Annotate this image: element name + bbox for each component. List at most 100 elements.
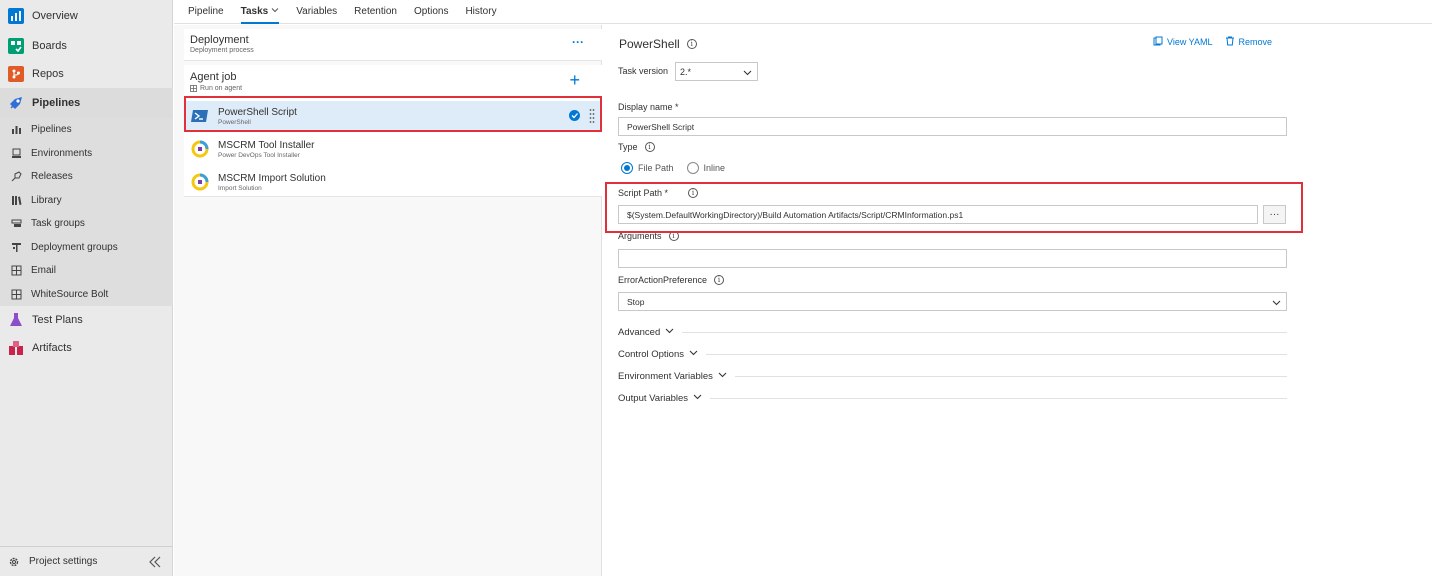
script-path-input[interactable]: $(System.DefaultWorkingDirectory)/Build … [618,205,1258,224]
sidebar-subitem-label: Releases [31,171,73,183]
sidebar-subitem-releases[interactable]: Releases [0,165,173,189]
pipelines-bar-icon [10,124,22,136]
arguments-label-row: Arguments i [618,231,679,241]
section-environment-variables[interactable]: Environment Variables [618,370,1287,382]
sidebar-item-overview[interactable]: Overview [0,0,173,32]
info-icon[interactable]: i [686,39,697,49]
radio-file-path[interactable]: File Path [621,162,674,174]
sidebar-item-label: Repos [32,68,64,80]
section-label: Environment Variables [618,370,713,382]
task-row-powershell-script[interactable]: PowerShell Script PowerShell [186,101,600,131]
chevron-down-icon [743,68,752,79]
sidebar-item-repos[interactable]: Repos [0,60,173,88]
display-name-input[interactable]: PowerShell Script [618,117,1287,136]
info-icon[interactable]: i [714,275,725,285]
tab-history[interactable]: History [465,0,496,24]
section-divider [682,331,1287,333]
mscrm-icon [190,139,210,159]
sidebar-item-label: Test Plans [32,314,83,326]
sidebar-item-label: Boards [32,40,67,52]
sidebar-subitem-task-groups[interactable]: Task groups [0,212,173,236]
tab-label: Tasks [240,6,269,17]
task-subtitle: Import Solution [218,184,262,192]
radio-checked-icon [621,162,633,174]
chevron-down-icon [665,326,674,338]
details-header: PowerShell i [619,37,697,51]
clipboard-icon [1153,36,1163,48]
drag-handle-icon[interactable] [589,108,595,124]
tab-label: History [465,6,497,17]
sidebar-item-test-plans[interactable]: Test Plans [0,306,173,334]
collapse-sidebar-icon[interactable] [147,554,163,570]
sidebar-item-artifacts[interactable]: Artifacts [0,334,173,362]
chevron-down-icon [689,348,698,360]
script-path-label-row: Script Path * i [618,188,699,198]
script-path-label: Script Path * [618,188,669,198]
info-icon[interactable]: i [668,231,679,241]
sidebar-item-pipelines[interactable]: Pipelines [0,88,173,118]
tab-tasks[interactable]: Tasks [240,0,280,24]
repos-icon [8,66,24,82]
checkmark-icon [569,110,580,121]
tab-variables[interactable]: Variables [296,0,337,24]
section-output-variables[interactable]: Output Variables [618,392,1287,404]
agent-job[interactable]: Agent job Run on agent [190,71,242,92]
tab-retention[interactable]: Retention [354,0,397,24]
radio-label: Inline [703,163,726,173]
add-task-button[interactable]: + [569,71,580,89]
task-row-mscrm-tool-installer[interactable]: MSCRM Tool Installer Power DevOps Tool I… [186,134,600,164]
test-plans-icon [8,312,24,328]
section-divider [734,375,1287,377]
details-actions: View YAML Remove [1153,36,1284,48]
artifacts-icon [8,340,24,356]
sidebar-item-boards[interactable]: Boards [0,32,173,60]
sidebar-subitem-environments[interactable]: Environments [0,142,173,166]
releases-icon [10,171,22,183]
task-row-mscrm-import-solution[interactable]: MSCRM Import Solution Import Solution [186,167,600,197]
error-pref-dropdown[interactable]: Stop [618,292,1287,311]
sidebar-subitem-label: WhiteSource Bolt [31,288,109,300]
sidebar-subitem-label: Deployment groups [31,241,118,253]
error-pref-label-row: ErrorActionPreference i [618,275,725,285]
tab-options[interactable]: Options [414,0,448,24]
tab-label: Pipeline [188,6,224,17]
arguments-label: Arguments [618,231,662,241]
project-settings[interactable]: Project settings [0,546,173,576]
sidebar-subitem-whitesource-bolt[interactable]: WhiteSource Bolt [0,283,173,307]
sidebar-subitem-email[interactable]: Email [0,259,173,283]
sidebar-subitem-deployment-groups[interactable]: Deployment groups [0,236,173,260]
section-divider [706,353,1287,355]
stage-header[interactable]: Deployment Deployment process ··· [184,29,602,61]
mscrm-icon [190,172,210,192]
info-icon[interactable]: i [644,142,655,152]
radio-unchecked-icon [686,162,699,174]
deployment-groups-icon [10,241,22,253]
powershell-icon [190,106,210,126]
browse-button[interactable]: ··· [1263,205,1286,224]
more-options-button[interactable]: ··· [572,35,584,49]
task-list: Agent job Run on agent + PowerShell Scri… [184,65,602,197]
sidebar-subitem-pipelines[interactable]: Pipelines [0,118,173,142]
email-grid-icon [10,265,22,277]
tab-pipeline[interactable]: Pipeline [188,0,224,24]
task-name: MSCRM Tool Installer [218,139,315,151]
sidebar-subitem-library[interactable]: Library [0,189,173,213]
pipelines-submenu: Pipelines Environments Releases Library [0,118,173,306]
arguments-input[interactable] [618,249,1287,268]
gear-icon [8,556,20,568]
radio-inline[interactable]: Inline [686,162,726,174]
task-version-select[interactable]: 2.* [675,62,758,81]
task-version-value: 2.* [680,66,692,77]
view-yaml-button[interactable]: View YAML [1153,36,1213,48]
section-control-options[interactable]: Control Options [618,348,1287,360]
environments-icon [10,147,22,159]
stage-subtitle: Deployment process [190,47,254,54]
whitesource-grid-icon [10,288,22,300]
task-text: MSCRM Import Solution Import Solution [218,173,326,192]
section-label: Output Variables [618,392,689,404]
tab-label: Options [413,6,449,17]
chevron-down-icon [693,392,702,404]
section-advanced[interactable]: Advanced [618,326,1287,338]
remove-button[interactable]: Remove [1225,36,1272,48]
info-icon[interactable]: i [688,188,699,198]
